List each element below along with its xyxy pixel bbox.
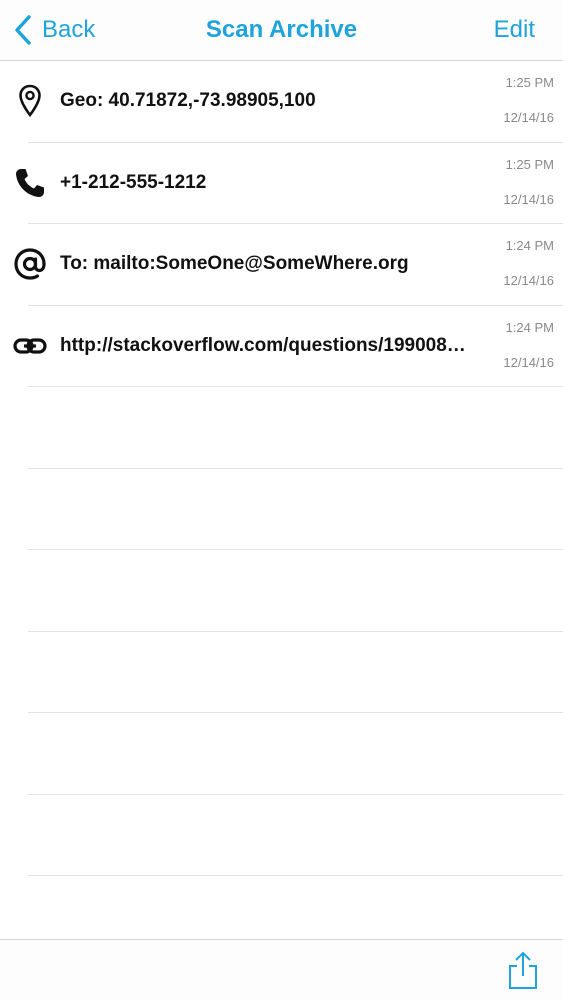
item-date: 12/14/16 <box>503 354 554 370</box>
navigation-bar: Back Scan Archive Edit <box>0 0 563 61</box>
list-item[interactable]: To: mailto:SomeOne@SomeWhere.org 1:24 PM… <box>0 224 563 306</box>
edit-button[interactable]: Edit <box>494 16 535 44</box>
item-date: 12/14/16 <box>503 110 554 125</box>
share-button[interactable] <box>507 950 539 990</box>
list-item[interactable]: +1-212-555-1212 1:25 PM 12/14/16 <box>0 143 563 225</box>
item-content: http://stackoverflow.com/questions/19900… <box>60 334 466 356</box>
item-content: +1-212-555-1212 <box>60 171 207 193</box>
item-date: 12/14/16 <box>503 191 554 207</box>
empty-row <box>0 387 563 469</box>
scan-list: Geo: 40.71872,-73.98905,100 1:25 PM 12/1… <box>0 61 563 876</box>
item-content: To: mailto:SomeOne@SomeWhere.org <box>60 253 409 274</box>
link-icon <box>12 328 48 364</box>
bottom-toolbar <box>0 939 563 1000</box>
item-time: 1:25 PM <box>505 156 554 172</box>
scan-archive-screen: Back Scan Archive Edit Geo: 40.71872,-73… <box>0 0 563 1000</box>
list-item[interactable]: Geo: 40.71872,-73.98905,100 1:25 PM 12/1… <box>0 61 563 143</box>
share-icon <box>509 951 537 989</box>
empty-row <box>0 795 563 877</box>
empty-row <box>0 469 563 551</box>
location-pin-icon <box>12 83 48 119</box>
empty-row <box>0 550 563 632</box>
empty-row <box>0 632 563 714</box>
page-title: Scan Archive <box>205 16 358 43</box>
empty-row <box>0 713 563 795</box>
item-time: 1:25 PM <box>505 75 554 90</box>
item-content: Geo: 40.71872,-73.98905,100 <box>60 90 316 111</box>
list-item[interactable]: http://stackoverflow.com/questions/19900… <box>0 306 563 388</box>
item-date: 12/14/16 <box>503 273 554 288</box>
item-time: 1:24 PM <box>505 238 554 253</box>
item-time: 1:24 PM <box>505 319 554 335</box>
at-sign-icon <box>12 246 48 282</box>
phone-icon <box>12 165 48 201</box>
